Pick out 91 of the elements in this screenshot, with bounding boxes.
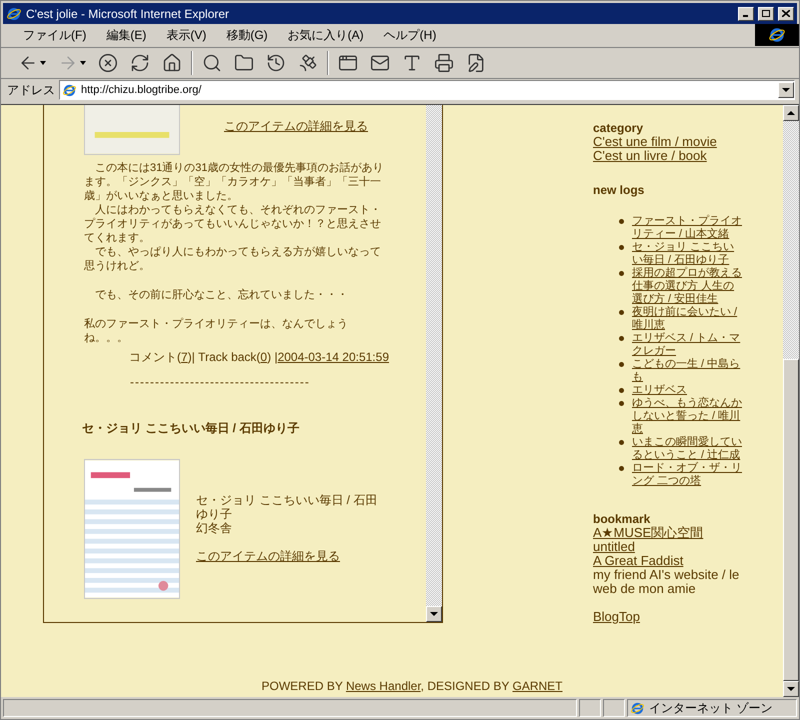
log-link[interactable]: エリザベス / トム・マクレガー (632, 332, 743, 358)
edit-icon (466, 52, 486, 73)
log-link[interactable]: ファースト・プライオリティー / 山本文緒 (632, 214, 743, 241)
dropdown-button[interactable] (778, 82, 794, 98)
search-icon (202, 52, 222, 73)
refresh-icon (130, 52, 150, 73)
font-icon (402, 52, 422, 73)
log-link[interactable]: ゆうべ、もう恋なんかしないと誓った / 唯川恵 (632, 396, 743, 436)
minimize-button[interactable] (738, 6, 754, 21)
bullet-icon (619, 270, 624, 276)
meta-link-text: ) | (267, 350, 278, 364)
log-link[interactable]: セ・ジョリ ここちいい毎日 / 石田ゆり子 (632, 240, 743, 267)
window-title: C'est jolie - Microsoft Internet Explorer (26, 6, 230, 23)
meta-link[interactable]: 0 (260, 350, 268, 364)
book-title: セ・ジョリ ここちいい毎日 / 石田ゆり子 (196, 492, 378, 521)
log-link[interactable]: いまこの瞬間愛しているということ / 辻仁成 (632, 436, 743, 462)
folder-icon (234, 52, 254, 73)
bullet-icon (619, 244, 624, 250)
menu-item[interactable]: 表示(V) (158, 26, 214, 44)
log-link[interactable]: ロード・オブ・ザ・リング 二つの塔 (632, 462, 743, 488)
logo-icon (630, 700, 645, 716)
scrollbar-thumb[interactable] (783, 358, 799, 681)
menu-item[interactable]: ヘルプ(H) (376, 26, 444, 44)
scroll-down-button[interactable] (426, 606, 442, 622)
window-icon (338, 52, 358, 73)
review-paragraph: 私のファースト・プライオリティーは、なんでしょうね。。。 (84, 316, 349, 345)
zone-label: インターネット ゾーン (649, 700, 772, 718)
category-link[interactable]: C'est un livre / book (593, 148, 763, 163)
footer-link-text: POWERED BY (262, 678, 344, 693)
review-paragraph: 人にはわかってもらえなくても、それぞれのファースト・プライオリティがあってもいいんじゃないか！？と思えさせてくれます。 (84, 202, 382, 245)
status-panel (603, 699, 625, 718)
bookmark-link[interactable]: A Great Faddist (593, 554, 763, 568)
log-link[interactable]: 採用の超プロが教える仕事の選び方 人生の選び方 / 安田佳生 (632, 266, 743, 306)
close-button[interactable] (778, 6, 794, 21)
scroll-down-button[interactable] (783, 680, 799, 697)
log-link[interactable]: 夜明け前に会いたい / 唯川恵 (632, 306, 743, 332)
satellite-dish-icon (298, 52, 318, 73)
review-paragraph: でも、その前に肝心なこと、忘れていました・・・ (94, 288, 349, 302)
bookmark-note: my friend AI's website / le web de mon amie (593, 568, 740, 596)
maximize-button[interactable] (758, 6, 774, 21)
bookmark-link[interactable]: untitled (593, 540, 763, 554)
bullet-icon (619, 440, 624, 445)
scroll-up-button[interactable] (783, 104, 799, 121)
menu-item[interactable]: お気に入り(A) (280, 26, 372, 44)
meta-link-text: コメント( (129, 350, 182, 364)
bookmark-link[interactable]: A★MUSE関心空間 (593, 526, 763, 540)
section-heading: category (593, 120, 644, 135)
blog-top-link[interactable]: BlogTop (593, 610, 763, 624)
category-link[interactable]: C'est une film / movie (593, 134, 763, 149)
close-icon (782, 10, 790, 18)
address-label: アドレス (7, 82, 55, 100)
home-icon (162, 52, 182, 73)
bullet-icon (619, 218, 624, 224)
caret-icon (40, 60, 46, 65)
review-paragraph: でも、やっぱり人にもわかってもらえる方が嬉しいなって思うけれど。 (84, 244, 382, 273)
item-details-link[interactable]: このアイテムの詳細を見る (196, 548, 380, 563)
status-panel (579, 699, 601, 718)
logo-icon (6, 6, 22, 22)
item-details-link[interactable]: このアイテムの詳細を見る (224, 116, 368, 135)
log-link[interactable]: エリザベス (632, 384, 687, 397)
bullet-icon (619, 400, 624, 406)
meta-link[interactable]: 7 (181, 350, 188, 364)
meta-link[interactable]: 2004-03-14 20:51:59 (278, 350, 389, 364)
bullet-icon (619, 336, 624, 341)
logo-icon (768, 26, 786, 44)
stop-icon (98, 52, 118, 73)
log-link[interactable]: こどもの一生 / 中島らも (632, 358, 743, 384)
menu-item[interactable]: 編集(E) (98, 26, 154, 44)
section-heading: new logs (593, 182, 646, 197)
menu-item[interactable]: 移動(G) (218, 26, 276, 44)
review-paragraph: この本には31通りの31歳の女性の最優先事項のお話があります。「ジンクス」「空」「カラオケ」「当事者」「三十一歳」がいいなぁと思いました。 (84, 160, 384, 203)
section-heading: bookmark (593, 512, 652, 526)
bullet-icon (619, 388, 624, 393)
footer-link[interactable]: GARNET (512, 678, 562, 693)
mail-icon (370, 52, 390, 73)
footer-link-text: , DESIGNED BY (420, 678, 510, 693)
history-icon (266, 52, 286, 73)
bullet-icon (619, 466, 624, 471)
publisher: 幻冬舎 (196, 520, 233, 535)
separator-line: ------------------------------------ (130, 374, 311, 391)
meta-link-text: )| Track back( (188, 350, 260, 364)
caret-icon (80, 60, 86, 65)
maximize-icon (762, 10, 770, 18)
address-field[interactable]: http://chizu.blogtribe.org/ (59, 80, 795, 100)
menu-item[interactable]: ファイル(F) (15, 26, 94, 44)
printer-icon (434, 52, 454, 73)
bullet-icon (619, 362, 624, 367)
bullet-icon (619, 310, 624, 315)
logo-icon (62, 82, 77, 98)
footer-link[interactable]: News Handler (346, 678, 421, 693)
entry-title: セ・ジョリ ここちいい毎日 / 石田ゆり子 (82, 420, 300, 437)
